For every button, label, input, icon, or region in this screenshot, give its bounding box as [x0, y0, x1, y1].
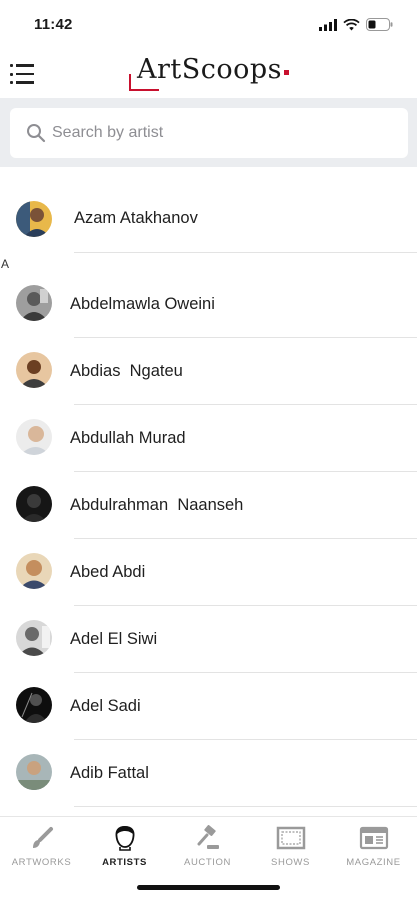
tab-artists[interactable]: ARTISTS: [83, 817, 166, 877]
tab-shows[interactable]: SHOWS: [249, 817, 332, 877]
avatar: [16, 553, 52, 589]
section-index-letter: A: [1, 257, 10, 271]
list-item[interactable]: Adib Fattal: [0, 739, 417, 807]
avatar: [16, 620, 52, 656]
list-item[interactable]: Abdullah Murad: [0, 404, 417, 472]
artist-name: Abdelmawla Oweini: [70, 295, 215, 313]
list-item[interactable]: Adel Sadi: [0, 672, 417, 740]
artist-name: Adib Fattal: [70, 764, 149, 782]
battery-icon: [366, 18, 393, 31]
avatar: [16, 201, 52, 237]
artist-name: Abdullah Murad: [70, 429, 186, 447]
status-bar: 11:42: [0, 0, 417, 50]
artist-name: Abed Abdi: [70, 563, 146, 581]
status-icons: [319, 18, 393, 31]
search-input[interactable]: [52, 118, 392, 148]
avatar: [16, 419, 52, 455]
avatar: [16, 486, 52, 522]
tab-label: MAGAZINE: [346, 857, 401, 868]
tab-label: AUCTION: [184, 857, 231, 868]
avatar: [16, 687, 52, 723]
status-time: 11:42: [34, 16, 73, 33]
wifi-icon: [343, 18, 360, 30]
list-item[interactable]: Abdulrahman Naanseh: [0, 471, 417, 539]
logo-text: ArtScoops: [137, 54, 283, 85]
search-icon: [27, 124, 46, 143]
tab-magazine[interactable]: MAGAZINE: [332, 817, 415, 877]
frame-icon: [276, 826, 305, 850]
artist-name: Abdulrahman Naanseh: [70, 496, 244, 514]
gavel-icon: [197, 825, 219, 849]
artist-name: Abdias Ngateu: [70, 362, 183, 380]
tab-label: ARTWORKS: [11, 857, 72, 868]
artist-name: Adel El Siwi: [70, 630, 158, 648]
avatar: [16, 352, 52, 388]
brush-icon: [32, 827, 53, 848]
magazine-icon: [359, 826, 388, 850]
menu-icon: [10, 64, 34, 67]
home-indicator[interactable]: [137, 885, 280, 890]
artist-name: Azam Atakhanov: [74, 209, 198, 227]
list-item[interactable]: Adel El Siwi: [0, 605, 417, 673]
artist-name: Adel Sadi: [70, 697, 141, 715]
menu-button[interactable]: [10, 64, 34, 84]
search-box[interactable]: [10, 108, 408, 158]
avatar: [16, 285, 52, 321]
list-item[interactable]: Azam Atakhanov: [0, 185, 417, 253]
app-header: ArtScoops: [0, 50, 417, 98]
tab-artworks[interactable]: ARTWORKS: [0, 817, 83, 877]
search-bar: [0, 98, 417, 167]
tab-label: SHOWS: [271, 857, 310, 868]
tab-label: ARTISTS: [102, 857, 147, 868]
tab-auction[interactable]: AUCTION: [166, 817, 249, 877]
artist-head-icon: [115, 826, 134, 851]
list-item[interactable]: Abdelmawla Oweini: [0, 270, 417, 338]
list-item[interactable]: Abed Abdi: [0, 538, 417, 606]
artscoops-logo[interactable]: ArtScoops: [129, 52, 294, 94]
avatar: [16, 754, 52, 790]
cellular-signal-icon: [319, 18, 337, 31]
list-item[interactable]: Abdias Ngateu: [0, 337, 417, 405]
